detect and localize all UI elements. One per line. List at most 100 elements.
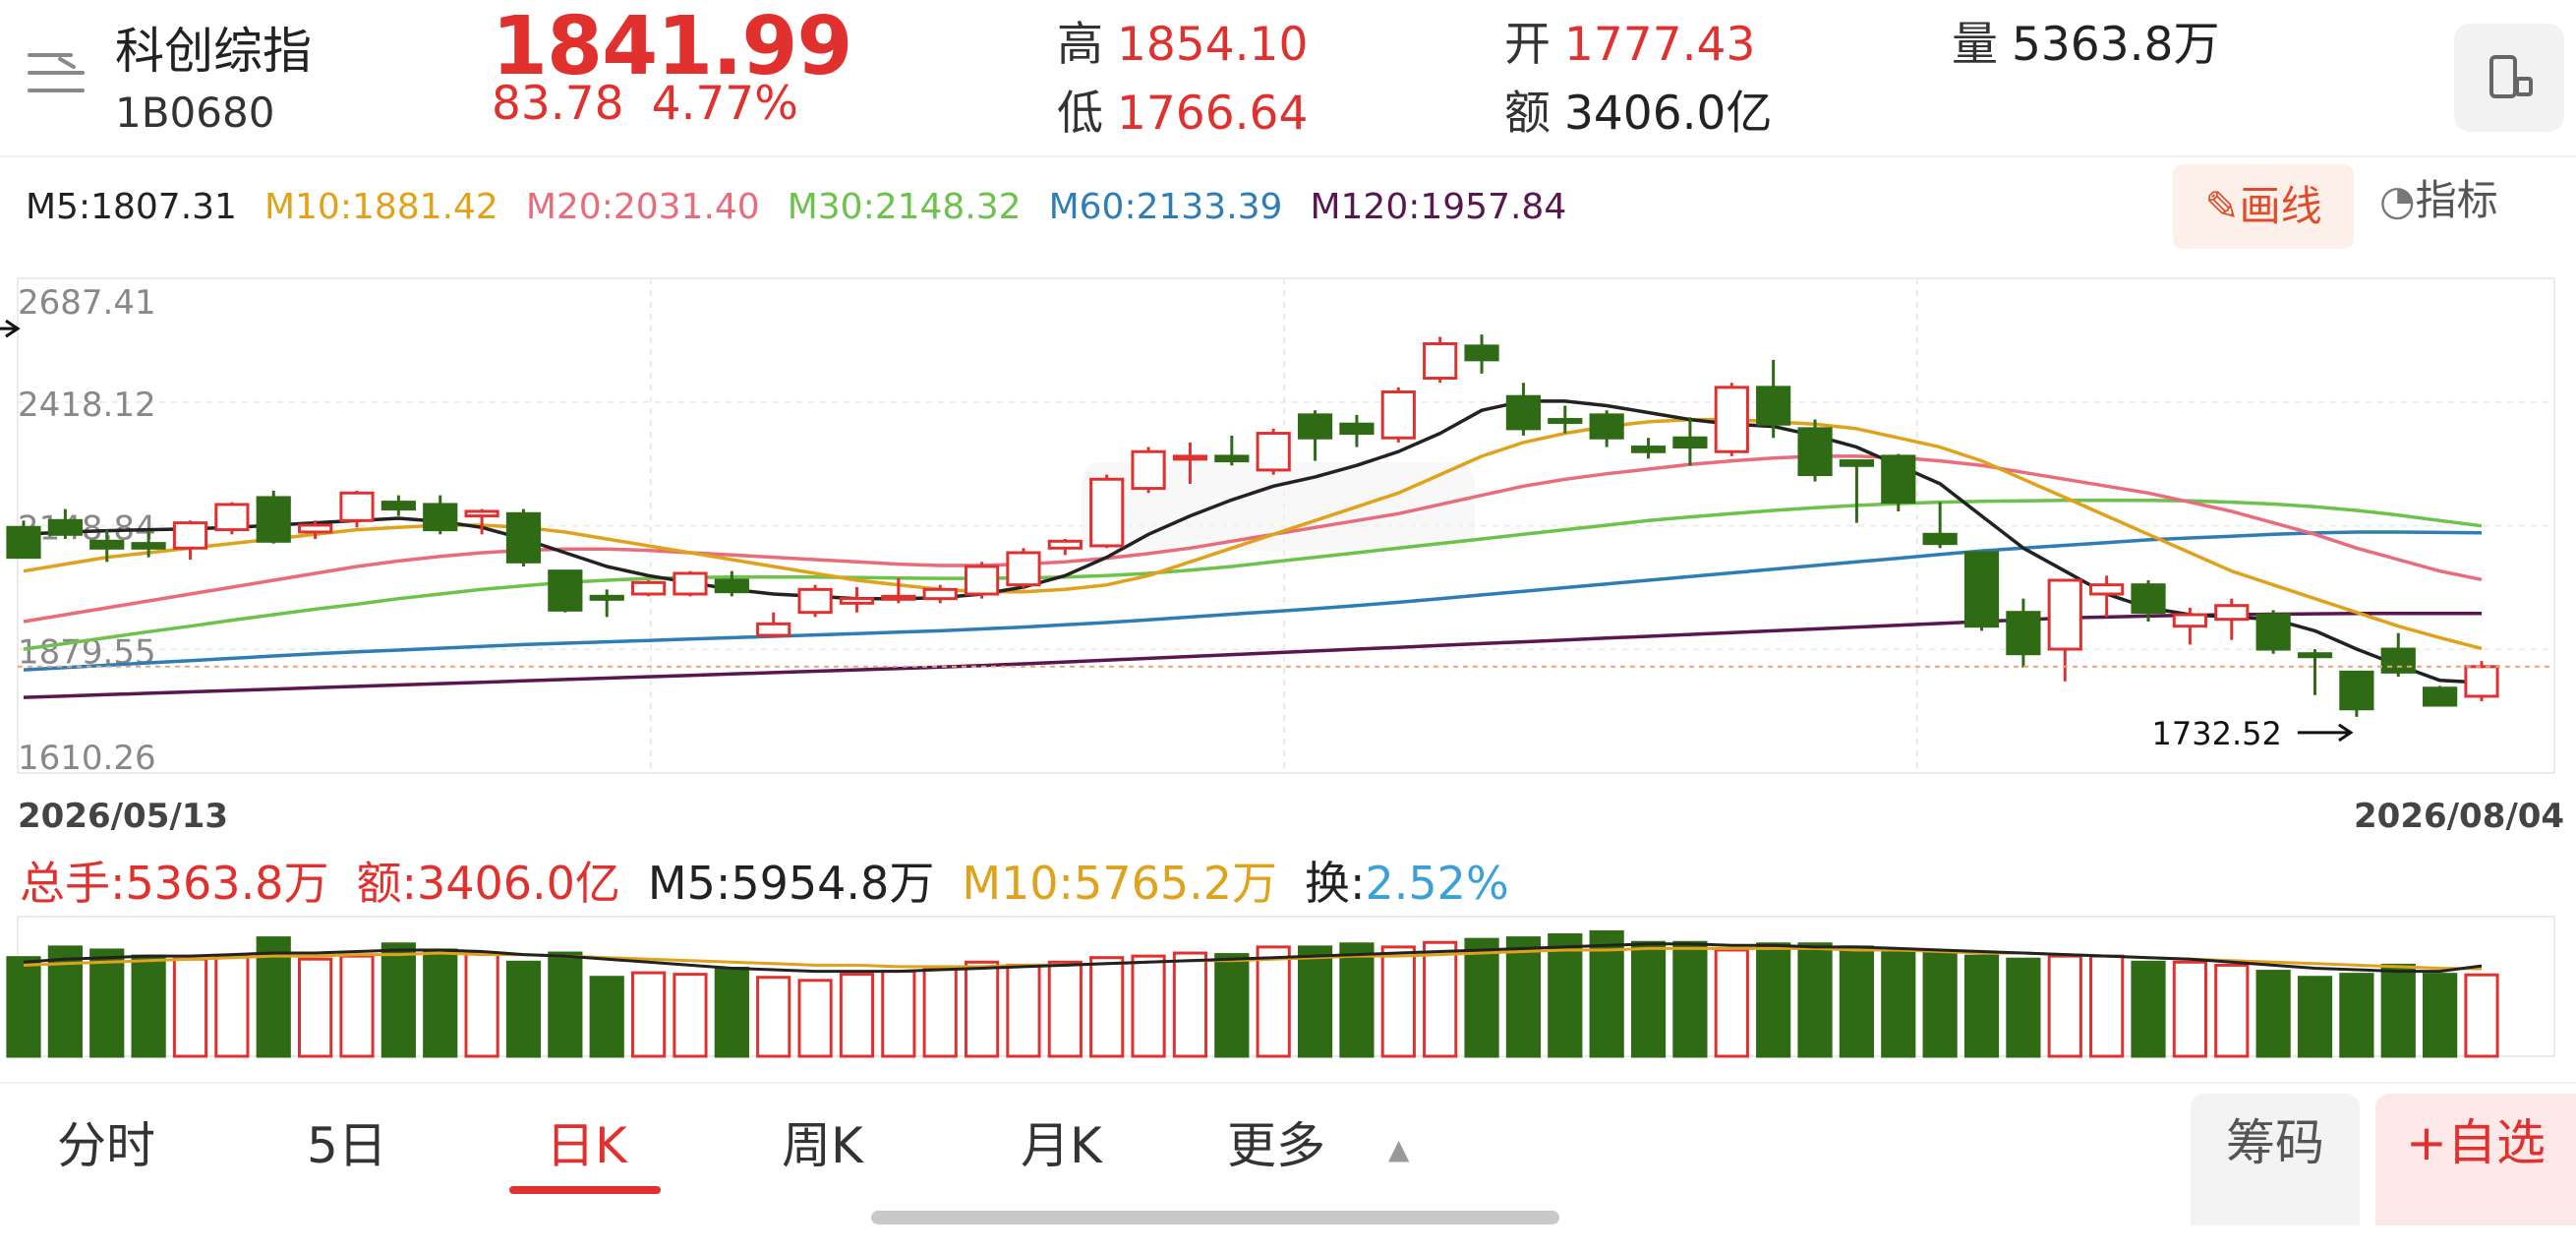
stat-open: 开 1777.43 [1504,6,1755,74]
kline-chart[interactable]: 2687.412418.122148.841879.551610.26 2565… [0,258,2576,799]
candle [1380,387,1416,443]
volume-chart[interactable] [0,915,2576,1062]
caret-up-icon: ▲ [1387,1133,1410,1165]
candle [630,579,667,597]
candle-body [1339,422,1375,436]
candle [339,490,375,528]
chip-distribution-button[interactable]: 筹码 [2191,1094,2360,1225]
tab-daily-k[interactable]: 日K [546,1106,627,1177]
volume-bar [1881,948,1916,1058]
stat-volume-value: 5363.8万 [2012,18,2220,72]
candle [1548,405,1583,434]
ma10-legend: M10:1881.42 [263,187,498,227]
tab-intraday[interactable]: 分时 [57,1106,155,1177]
tab-weekly-k[interactable]: 周K [782,1106,863,1177]
tabs-divider [0,1082,2576,1084]
candle-body [2006,611,2041,656]
volume-bar [1839,945,1875,1058]
ma20-legend: M20:2031.40 [525,187,760,227]
candle-body [1797,427,1833,477]
candle-body [1172,454,1208,461]
add-favorite-button[interactable]: +自选 [2375,1094,2576,1225]
candle-body [673,571,708,596]
volume-bar [2297,976,2333,1058]
volume-bar [1630,940,1667,1058]
candle-body [1922,532,1958,546]
candle-body [2172,613,2207,628]
candle [423,495,458,535]
volume-bar [2339,973,2374,1058]
candle-body [6,525,41,560]
volume-bar [6,956,41,1058]
candle [714,570,749,597]
candle [381,495,416,516]
candle [505,508,542,566]
candle-body [964,565,1000,596]
candle-body [1505,394,1542,431]
candle [1256,428,1291,475]
volume-total: 总手:5363.8万 [20,857,329,910]
volume-bar [1797,942,1833,1058]
candle-body [131,542,166,550]
indicator-button[interactable]: ◔指标 [2379,167,2498,227]
volume-bar [464,951,499,1058]
menu-icon[interactable] [28,49,85,100]
candle-body [2089,583,2125,596]
candle-body [2464,665,2499,698]
volume-m10: M10:5765.2万 [962,857,1278,910]
gauge-icon: ◔ [2379,176,2416,224]
volume-bar [1922,951,1958,1058]
candle [1630,438,1667,459]
ma120-legend: M120:1957.84 [1310,187,1567,227]
volume-bar [1464,937,1499,1058]
candle-body [464,509,499,518]
tab-monthly-k[interactable]: 月K [1021,1106,1102,1177]
volume-bar [1423,940,1458,1058]
candle-body [423,503,458,532]
candle [797,584,833,618]
stat-volume-label: 量 [1952,18,1998,72]
candle [673,570,708,597]
candle-body [89,539,125,550]
volume-bar [881,970,916,1058]
candle [1006,548,1041,590]
candle-body [1047,539,1083,550]
volume-bar [172,957,208,1058]
candle-body [1672,436,1708,449]
candle [1464,334,1499,374]
volume-bar [797,979,833,1058]
candle-body [2131,583,2166,615]
change-value: 83.78 [492,77,624,131]
tab-more[interactable]: 更多 ▲ [1227,1106,1409,1177]
candle [1797,419,1833,482]
y-tick-label: 2687.41 [18,283,156,323]
candle-body [1006,551,1041,587]
volume-bar [2131,960,2166,1058]
landscape-toggle-button[interactable] [2454,24,2564,132]
ma5-legend: M5:1807.31 [26,187,237,227]
volume-bar [2172,960,2207,1058]
draw-line-button[interactable]: ✎画线 [2173,164,2354,249]
volume-bar [1297,945,1333,1058]
volume-bar [2464,973,2499,1058]
candle-body [2380,647,2416,674]
volume-bar [1963,954,2000,1058]
volume-bar [1214,953,1250,1058]
candle-body [2047,578,2082,651]
index-code: 1B0680 [115,89,275,137]
phone-rotate-icon [2489,55,2533,98]
volume-bar [1047,960,1083,1058]
candle [1214,435,1250,466]
candle-body [797,587,833,615]
volume-bar [1380,945,1416,1058]
stat-high: 高 1854.10 [1057,6,1308,74]
high-annotation: 2565.15 [0,319,21,338]
candle-body [756,622,791,637]
candle-body [214,503,250,532]
candle [2380,632,2416,678]
stat-low-value: 1766.64 [1117,87,1309,141]
volume-bar [630,971,667,1058]
candle [2297,649,2333,695]
indicator-label: 指标 [2415,176,2498,224]
tab-5day[interactable]: 5日 [307,1106,387,1177]
